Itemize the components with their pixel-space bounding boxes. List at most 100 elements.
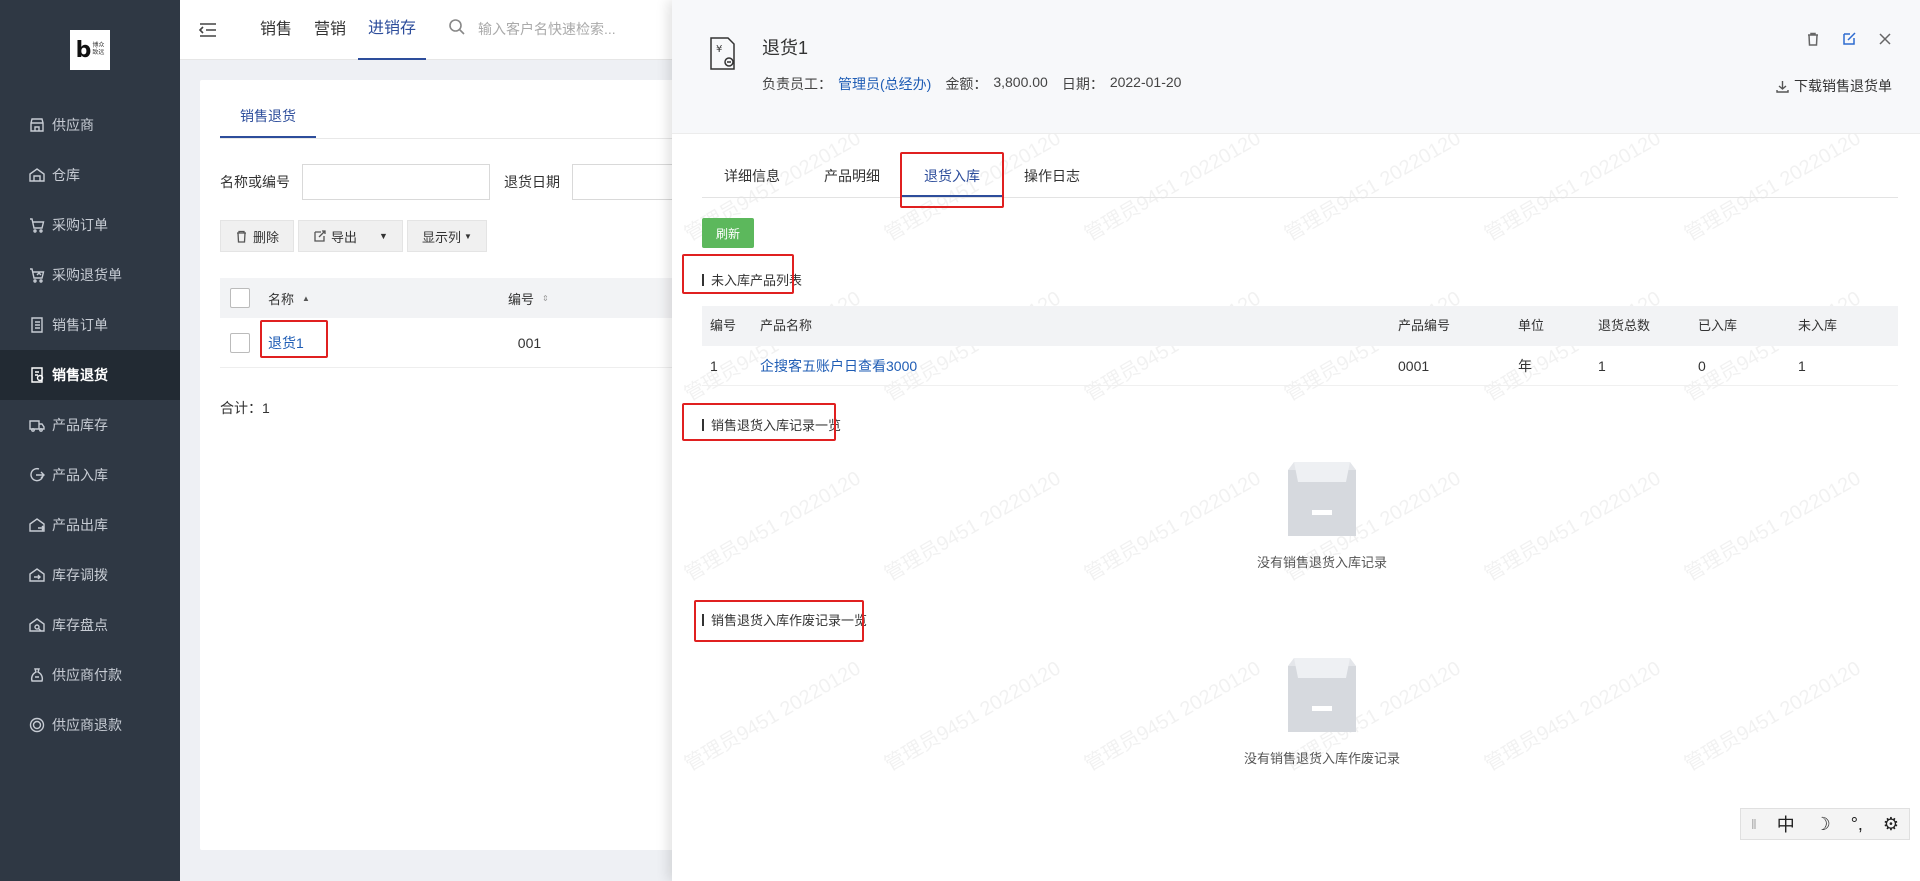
app-logo[interactable]: b 博众 致远: [70, 30, 110, 70]
sidebar-item-label: 产品入库: [52, 467, 108, 483]
table-header: 名称 ▲ 编号 ⇕: [220, 278, 700, 318]
logo-text-2: 致远: [92, 50, 105, 56]
filter-date-label: 退货日期: [504, 174, 560, 190]
product-received: 0: [1698, 358, 1706, 374]
columns-button[interactable]: 显示列 ▼: [406, 220, 487, 252]
select-all-checkbox[interactable]: [230, 288, 250, 308]
sidebar-item-purchase-return[interactable]: 采购退货单: [0, 250, 180, 300]
owner-link[interactable]: 管理员(总经办): [838, 74, 931, 94]
sidebar-item-sales-order[interactable]: 销售订单: [0, 300, 180, 350]
sort-icon[interactable]: ⇕: [542, 294, 549, 303]
sidebar-item-stock-check[interactable]: 库存盘点: [0, 600, 180, 650]
close-icon[interactable]: [1878, 32, 1892, 49]
sidebar-item-warehouse[interactable]: 仓库: [0, 150, 180, 200]
drawer-header: ¥ 退货1 负责员工： 管理员(总经办) 金额： 3,800.00 日期： 20…: [672, 0, 1920, 134]
punctuation-toggle[interactable]: °,: [1851, 814, 1863, 835]
sidebar-item-label: 供应商退款: [52, 717, 122, 733]
drawer-title: 退货1: [762, 38, 809, 58]
drawer-actions: [1806, 32, 1892, 49]
delete-button[interactable]: 删除: [220, 220, 295, 252]
sidebar-item-label: 库存调拨: [52, 567, 108, 583]
product-return-total: 1: [1598, 358, 1606, 374]
col-pending: 未入库: [1798, 318, 1838, 333]
sidebar-item-product-inbound[interactable]: 产品入库: [0, 450, 180, 500]
export-dropdown-icon[interactable]: ▼: [379, 231, 388, 241]
tab-sales-return[interactable]: 销售退货: [220, 102, 316, 138]
sidebar-item-label: 销售退货: [52, 367, 108, 383]
row-checkbox[interactable]: [230, 332, 250, 353]
delete-label: 删除: [253, 229, 280, 245]
transfer-icon: [28, 566, 46, 584]
refund-icon: [28, 716, 46, 734]
sidebar-item-supplier[interactable]: 供应商: [0, 100, 180, 150]
logo-mark: b: [75, 37, 92, 63]
sidebar-item-purchase-order[interactable]: 采购订单: [0, 200, 180, 250]
return-doc-icon: [28, 366, 46, 384]
download-return-button[interactable]: 下载销售退货单: [1776, 76, 1892, 96]
drawer-meta: 负责员工： 管理员(总经办) 金额： 3,800.00 日期： 2022-01-…: [762, 74, 1187, 94]
sidebar-nav: 供应商 仓库 采购订单 采购退货单 销售订单 销售退货 产品库存 产品入库 产品…: [0, 100, 180, 750]
sidebar-item-label: 产品库存: [52, 417, 108, 433]
product-no: 1: [710, 358, 718, 374]
top-tab-sales[interactable]: 销售: [250, 0, 302, 60]
records-empty-state: 没有销售退货入库记录: [1142, 460, 1502, 571]
drawer-tabs: 详细信息 产品明细 退货入库 操作日志: [702, 156, 1898, 198]
sidebar-item-product-stock[interactable]: 产品库存: [0, 400, 180, 450]
col-received: 已入库: [1698, 318, 1738, 333]
top-tab-marketing[interactable]: 营销: [304, 0, 356, 60]
ime-drag-handle[interactable]: ‖: [1751, 816, 1757, 832]
highlight-box-tab: [900, 152, 1004, 208]
row-code: 001: [517, 334, 542, 351]
menu-collapse-icon[interactable]: [198, 20, 218, 40]
sidebar-item-label: 供应商: [52, 117, 94, 133]
sidebar-item-stock-transfer[interactable]: 库存调拨: [0, 550, 180, 600]
sidebar-item-label: 产品出库: [52, 517, 108, 533]
customer-search: [448, 18, 638, 39]
tab-operation-log[interactable]: 操作日志: [1002, 156, 1102, 197]
delete-icon[interactable]: [1806, 32, 1820, 49]
col-name[interactable]: 名称: [268, 289, 294, 308]
sidebar-item-product-outbound[interactable]: 产品出库: [0, 500, 180, 550]
watermark-text: 管理员9451 20220120: [681, 657, 865, 776]
top-tab-inventory[interactable]: 进销存: [358, 0, 427, 60]
tab-product-details[interactable]: 产品明细: [802, 156, 902, 197]
sidebar-item-sales-return[interactable]: 销售退货: [0, 350, 180, 400]
sidebar-item-label: 仓库: [52, 167, 80, 183]
search-input[interactable]: [478, 20, 638, 37]
chevron-down-icon: ▼: [463, 231, 472, 241]
list-toolbar: 删除 导出 ▼ 显示列 ▼: [220, 220, 491, 252]
moon-icon[interactable]: ☽: [1815, 814, 1831, 835]
amount-value: 3,800.00: [993, 74, 1048, 90]
refresh-button[interactable]: 刷新: [702, 218, 754, 248]
watermark-text: 管理员9451 20220120: [1681, 657, 1865, 776]
sidebar-item-label: 采购订单: [52, 217, 108, 233]
highlight-box-pending: [682, 254, 794, 294]
sidebar-item-supplier-payment[interactable]: 供应商付款: [0, 650, 180, 700]
edit-icon[interactable]: [1842, 32, 1856, 49]
sidebar-item-supplier-refund[interactable]: 供应商退款: [0, 700, 180, 750]
date-label: 日期：: [1061, 76, 1104, 92]
filter-name-input[interactable]: [302, 164, 490, 200]
export-button[interactable]: 导出 ▼: [298, 220, 403, 252]
truck-icon: [28, 416, 46, 434]
export-icon: [314, 229, 326, 242]
owner-label: 负责员工：: [762, 76, 832, 92]
watermark-text: 管理员9451 20220120: [681, 467, 865, 586]
tab-details[interactable]: 详细信息: [702, 156, 802, 197]
ime-mode-toggle[interactable]: 中: [1777, 811, 1795, 837]
gear-icon[interactable]: ⚙: [1883, 814, 1899, 835]
return-document-icon: ¥: [708, 36, 738, 72]
voided-empty-state: 没有销售退货入库作废记录: [1142, 656, 1502, 767]
sidebar-item-label: 库存盘点: [52, 617, 108, 633]
amount-label: 金额：: [945, 76, 988, 92]
table-total: 合计：1: [220, 400, 270, 416]
list-doc-icon: [28, 316, 46, 334]
sort-asc-icon[interactable]: ▲: [302, 294, 310, 303]
product-pending: 1: [1798, 358, 1806, 374]
col-no: 编号: [710, 318, 737, 333]
col-code[interactable]: 编号: [508, 289, 534, 308]
top-tabs: 销售 营销 进销存: [250, 0, 428, 60]
product-name-link[interactable]: 企搜客五账户日查看3000: [760, 346, 917, 386]
sidebar-item-label: 供应商付款: [52, 667, 122, 683]
watermark-text: 管理员9451 20220120: [881, 657, 1065, 776]
